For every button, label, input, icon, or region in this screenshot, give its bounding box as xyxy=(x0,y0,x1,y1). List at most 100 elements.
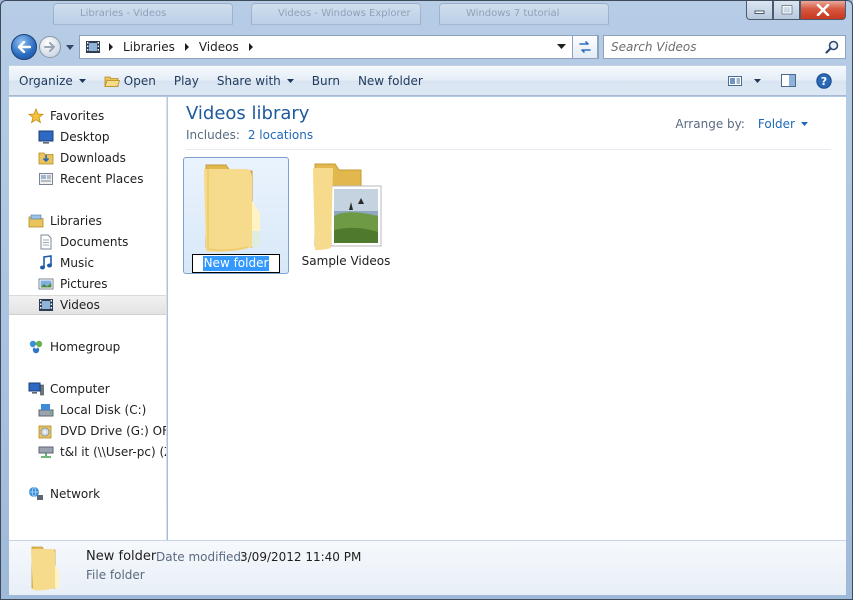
help-button[interactable]: ? xyxy=(810,66,846,95)
rename-input[interactable]: New folder xyxy=(192,254,280,273)
minimize-button[interactable] xyxy=(746,1,773,20)
command-bar: Organize Open Play Share with Burn New f… xyxy=(9,65,846,96)
address-history-dropdown[interactable] xyxy=(552,36,570,58)
nav-dvd-drive[interactable]: DVD Drive (G:) OFFIC xyxy=(9,421,166,441)
back-button[interactable] xyxy=(11,34,37,60)
view-options-dropdown[interactable] xyxy=(748,66,775,95)
preview-pane-button[interactable] xyxy=(775,66,810,95)
nav-videos[interactable]: Videos xyxy=(9,295,166,315)
libraries-icon xyxy=(28,213,44,229)
navigation-bar: Libraries Videos xyxy=(9,33,846,61)
background-window-title: Libraries - Videos xyxy=(80,8,167,19)
nav-local-disk[interactable]: Local Disk (C:) xyxy=(9,400,166,420)
share-with-button[interactable]: Share with xyxy=(208,66,303,95)
nav-downloads[interactable]: Downloads xyxy=(9,148,166,168)
details-modified-label: Date modified: xyxy=(156,550,246,564)
nav-network[interactable]: Network xyxy=(9,484,166,504)
search-input[interactable] xyxy=(604,40,814,54)
arrange-by-dropdown[interactable]: Folder xyxy=(758,117,795,131)
videos-icon xyxy=(38,297,54,313)
background-window-tab[interactable]: Libraries - Videos xyxy=(53,3,233,25)
network-drive-icon xyxy=(38,444,54,460)
folder-icon xyxy=(204,164,260,252)
videos-library-icon xyxy=(82,36,104,58)
file-list-area[interactable]: Videos library Includes: 2 locations Arr… xyxy=(168,97,846,540)
refresh-button[interactable] xyxy=(572,35,598,59)
new-folder-button[interactable]: New folder xyxy=(349,66,432,95)
includes-label: Includes: xyxy=(186,128,240,142)
details-pane: New folder Date modified: 3/09/2012 11:4… xyxy=(9,540,846,595)
folder-item[interactable]: Sample Videos xyxy=(293,157,399,274)
dvd-drive-icon xyxy=(38,423,54,439)
breadcrumb-videos[interactable]: Videos xyxy=(194,40,244,54)
folder-item[interactable]: New folder xyxy=(183,157,289,274)
nav-libraries[interactable]: Libraries xyxy=(9,211,166,231)
nav-label: Local Disk (C:) xyxy=(60,403,147,417)
title-bar: Libraries - Videos Videos - Windows Expl… xyxy=(1,1,853,31)
search-icon[interactable] xyxy=(825,40,839,54)
chevron-down-icon xyxy=(286,78,294,83)
nav-label: Pictures xyxy=(60,277,108,291)
minimize-icon xyxy=(754,10,765,14)
window-controls xyxy=(746,1,846,20)
nav-network-drive[interactable]: t&l it (\\User-pc) (Z: xyxy=(9,442,166,462)
nav-label: Network xyxy=(50,487,101,501)
open-button[interactable]: Open xyxy=(95,66,165,95)
preview-pane-icon xyxy=(781,74,796,87)
nav-desktop[interactable]: Desktop xyxy=(9,127,166,147)
address-bar[interactable]: Libraries Videos xyxy=(79,35,599,59)
breadcrumb-libraries[interactable]: Libraries xyxy=(118,40,180,54)
maximize-button[interactable] xyxy=(773,1,800,20)
breadcrumb-separator-icon[interactable] xyxy=(244,43,258,51)
nav-label: DVD Drive (G:) OFFIC xyxy=(60,424,166,438)
nav-label: Documents xyxy=(60,235,129,249)
background-window-tab[interactable]: Windows 7 tutorial xyxy=(439,3,609,25)
svg-text:?: ? xyxy=(821,75,827,88)
library-includes: Includes: 2 locations xyxy=(186,128,313,142)
folder-with-thumbnail-icon xyxy=(313,163,382,250)
nav-favorites[interactable]: Favorites xyxy=(9,106,166,126)
recent-pages-dropdown[interactable] xyxy=(65,42,75,52)
explorer-window: Libraries - Videos Videos - Windows Expl… xyxy=(0,0,853,600)
star-icon xyxy=(28,108,44,124)
nav-label: Recent Places xyxy=(60,172,144,186)
nav-label: Desktop xyxy=(60,130,110,144)
nav-homegroup[interactable]: Homegroup xyxy=(9,337,166,357)
background-window-tab[interactable]: Videos - Windows Explorer xyxy=(251,3,421,25)
nav-documents[interactable]: Documents xyxy=(9,232,166,252)
details-item-name: New folder xyxy=(86,549,157,564)
open-label: Open xyxy=(123,73,156,88)
background-window-title: Windows 7 tutorial xyxy=(466,8,560,19)
play-button[interactable]: Play xyxy=(165,66,208,95)
burn-button[interactable]: Burn xyxy=(303,66,349,95)
close-icon xyxy=(816,4,830,16)
music-icon xyxy=(38,255,54,271)
breadcrumb-separator-icon[interactable] xyxy=(180,43,194,51)
organize-button[interactable]: Organize xyxy=(9,66,95,95)
recent-places-icon xyxy=(38,171,54,187)
chevron-down-icon xyxy=(754,78,761,83)
nav-music[interactable]: Music xyxy=(9,253,166,273)
chevron-down-icon[interactable] xyxy=(801,122,808,126)
background-window-title: Videos - Windows Explorer xyxy=(278,8,411,19)
library-title: Videos library xyxy=(186,103,310,124)
breadcrumb-separator-icon[interactable] xyxy=(104,43,118,51)
burn-label: Burn xyxy=(311,73,340,88)
nav-recent-places[interactable]: Recent Places xyxy=(9,169,166,189)
forward-button[interactable] xyxy=(39,36,61,58)
library-locations-link[interactable]: 2 locations xyxy=(248,128,313,142)
new-folder-label: New folder xyxy=(357,73,423,88)
arrange-by-label: Arrange by: xyxy=(675,117,745,131)
help-icon: ? xyxy=(816,72,832,89)
nav-label: Libraries xyxy=(50,214,102,228)
change-view-button[interactable] xyxy=(722,66,748,95)
share-with-label: Share with xyxy=(216,73,281,88)
nav-pictures[interactable]: Pictures xyxy=(9,274,166,294)
folder-open-icon xyxy=(104,76,120,87)
forward-arrow-icon xyxy=(44,42,55,52)
close-button[interactable] xyxy=(800,1,846,20)
nav-computer[interactable]: Computer xyxy=(9,379,166,399)
header-divider xyxy=(186,149,831,150)
search-box[interactable] xyxy=(603,35,846,59)
play-label: Play xyxy=(173,73,199,88)
